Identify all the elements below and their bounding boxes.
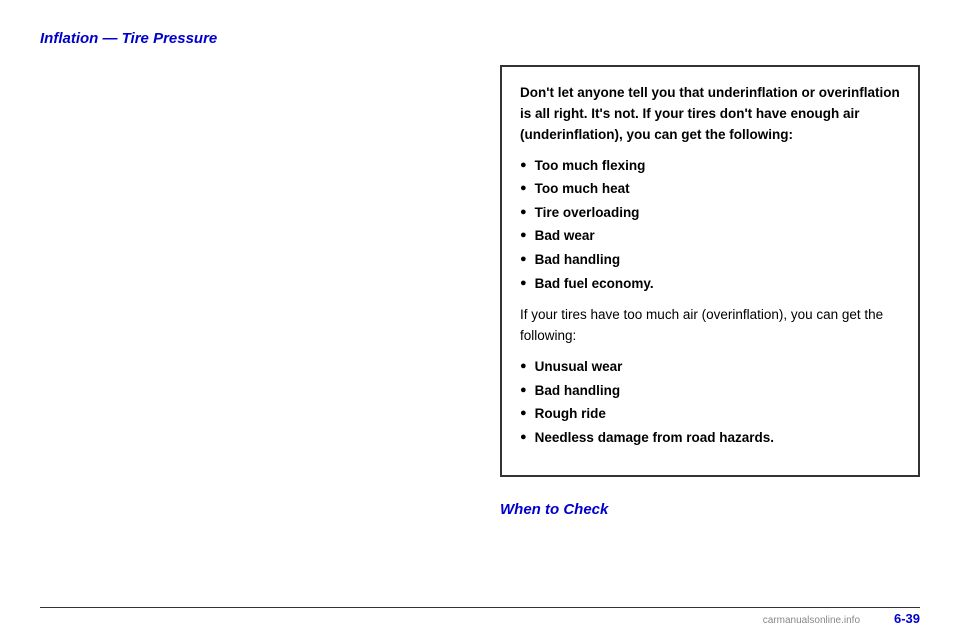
list-item: Too much heat xyxy=(520,179,900,199)
list-item: Rough ride xyxy=(520,404,900,424)
underinflation-list: Too much flexing Too much heat Tire over… xyxy=(520,156,900,293)
list-item: Unusual wear xyxy=(520,357,900,377)
list-item: Too much flexing xyxy=(520,156,900,176)
list-item: Bad wear xyxy=(520,226,900,246)
watermark: carmanualsonline.info xyxy=(763,615,860,626)
overinflation-intro: If your tires have too much air (overinf… xyxy=(520,305,900,347)
list-item: Bad handling xyxy=(520,381,900,401)
page-number: 6-39 xyxy=(894,611,920,626)
right-column: Don't let anyone tell you that underinfl… xyxy=(500,65,920,518)
list-item: Needless damage from road hazards. xyxy=(520,428,900,448)
left-column xyxy=(40,65,480,518)
bottom-rule xyxy=(40,607,920,608)
warning-box: Don't let anyone tell you that underinfl… xyxy=(500,65,920,477)
page-title: Inflation — Tire Pressure xyxy=(40,30,920,47)
when-to-check-heading: When to Check xyxy=(500,501,920,518)
underinflation-intro: Don't let anyone tell you that underinfl… xyxy=(520,83,900,146)
list-item: Bad fuel economy. xyxy=(520,274,900,294)
list-item: Bad handling xyxy=(520,250,900,270)
page-container: Inflation — Tire Pressure Don't let anyo… xyxy=(0,0,960,640)
overinflation-list: Unusual wear Bad handling Rough ride Nee… xyxy=(520,357,900,447)
content-area: Don't let anyone tell you that underinfl… xyxy=(40,65,920,518)
list-item: Tire overloading xyxy=(520,203,900,223)
